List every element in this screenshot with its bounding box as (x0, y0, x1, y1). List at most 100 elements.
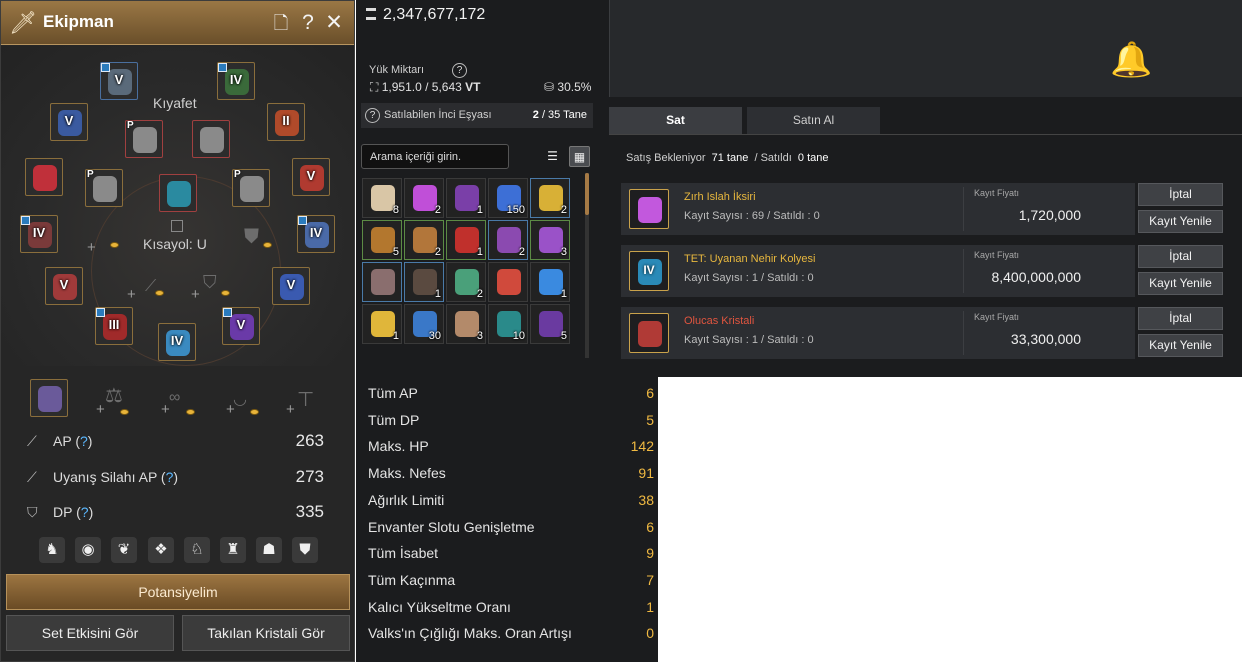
empty-slot-plus[interactable]: + (191, 286, 200, 303)
lips-slot-icon[interactable]: ◡ (233, 389, 247, 409)
inventory-slot[interactable]: 150 (488, 178, 528, 218)
listing-row[interactable]: IV TET: Uyanan Nehir Kolyesi Kayıt Sayısı … (621, 245, 1135, 297)
equipment-slot[interactable]: IV (297, 215, 335, 253)
book-slot[interactable] (30, 379, 68, 417)
horse-icon[interactable]: ♞ (39, 537, 65, 563)
inventory-slot[interactable]: 30 (404, 304, 444, 344)
equipment-slot[interactable]: V (272, 267, 310, 305)
renew-listing-button[interactable]: Kayıt Yenile (1138, 210, 1223, 233)
equipped-item-icon (33, 165, 57, 191)
inventory-slot[interactable]: 2 (404, 178, 444, 218)
inventory-slot[interactable]: 5 (530, 304, 570, 344)
set-effect-button[interactable]: Set Etkisini Gör (6, 615, 174, 651)
inventory-slot[interactable]: 5 (362, 220, 402, 260)
cancel-listing-button[interactable]: İptal (1138, 245, 1223, 268)
tab-sell[interactable]: Sat (609, 107, 742, 134)
potential-button[interactable]: Potansiyelim (6, 574, 350, 610)
inventory-slot[interactable]: 10 (488, 304, 528, 344)
inventory-slot[interactable]: 1 (446, 178, 486, 218)
inventory-slot[interactable]: 3 (446, 304, 486, 344)
equipment-slot[interactable]: V (292, 158, 330, 196)
stat-help-link[interactable]: ? (81, 504, 89, 520)
backpack-slot-icon[interactable]: ⛉ (203, 272, 217, 293)
equipment-slot[interactable]: IV (20, 215, 58, 253)
bonus-stat-value: 5 (646, 411, 654, 428)
inventory-slot[interactable]: 1 (530, 262, 570, 302)
tab-buy[interactable]: Satın Al (747, 107, 880, 134)
equipment-title-bar[interactable]: 🗡 Ekipman 🗋 ? ✕ (1, 1, 354, 45)
listing-row[interactable]: Zırh Islah İksiri Kayıt Sayısı : 69 / Sat… (621, 183, 1135, 235)
mask-icon[interactable]: ◉ (75, 537, 101, 563)
camel-icon[interactable]: ♜ (220, 537, 246, 563)
inventory-slot[interactable]: 8 (362, 178, 402, 218)
close-button[interactable]: ✕ (322, 10, 346, 36)
empty-slot-plus[interactable]: + (127, 286, 136, 303)
grid-view-icon[interactable]: ▦ (569, 146, 590, 167)
scrollbar-thumb[interactable] (585, 173, 589, 215)
stat-help-link[interactable]: ? (80, 433, 88, 449)
inventory-slot[interactable]: 1 (446, 220, 486, 260)
equipment-slot[interactable]: II (267, 103, 305, 141)
view-crystals-button[interactable]: Takılan Kristali Gör (182, 615, 350, 651)
weight-help-icon[interactable]: ? (452, 63, 467, 78)
inventory-slot[interactable] (488, 262, 528, 302)
equipment-slot[interactable]: V (100, 62, 138, 100)
stat-help-link[interactable]: ? (166, 469, 174, 485)
equipment-slot[interactable]: V (222, 307, 260, 345)
shortcut-checkbox[interactable] (171, 220, 183, 232)
inventory-slot[interactable]: 1 (404, 262, 444, 302)
equipment-slot[interactable] (159, 174, 197, 212)
weight-value: ⛶ 1,951.0 / 5,643 VT (370, 80, 481, 95)
renew-listing-button[interactable]: Kayıt Yenile (1138, 334, 1223, 357)
renew-listing-button[interactable]: Kayıt Yenile (1138, 272, 1223, 295)
equipment-slot[interactable]: III (95, 307, 133, 345)
empty-slot-plus[interactable]: + (286, 401, 295, 418)
inventory-slot[interactable]: 2 (446, 262, 486, 302)
inventory-slot[interactable]: 2 (404, 220, 444, 260)
slot-enhance-level: V (114, 72, 124, 87)
weight-percent: ⛁ 30.5% (544, 80, 591, 94)
cancel-listing-button[interactable]: İptal (1138, 183, 1223, 206)
slot-enhance-level: IV (170, 333, 184, 348)
equipment-slot[interactable]: V (45, 267, 83, 305)
equipment-slot[interactable] (192, 120, 230, 158)
inventory-slot[interactable]: 3 (530, 220, 570, 260)
bell-notification-icon[interactable]: 🔔 (1110, 40, 1180, 80)
glasses-slot-icon[interactable]: ∞ (169, 389, 180, 407)
paw-icon[interactable]: ❖ (148, 537, 174, 563)
fox-icon[interactable]: ❦ (111, 537, 137, 563)
pearl-help-icon[interactable]: ? (365, 108, 380, 123)
help-button[interactable]: ? (296, 10, 320, 36)
pickaxe-slot-icon[interactable]: ⊤ (297, 387, 314, 412)
equipment-slot[interactable]: IV (217, 62, 255, 100)
inventory-slot[interactable]: 2 (530, 178, 570, 218)
inventory-search-input[interactable]: Arama içeriği girin. (361, 144, 509, 169)
inventory-scrollbar[interactable] (585, 173, 589, 358)
shield-tab-icon[interactable]: ⛊ (292, 537, 318, 563)
empty-slot-plus[interactable]: + (87, 239, 96, 256)
list-view-icon[interactable]: ☰ (542, 146, 563, 167)
silver-amount: 2,347,677,172 (366, 6, 485, 24)
donkey-icon[interactable]: ♘ (184, 537, 210, 563)
equipment-slot[interactable]: P (85, 169, 123, 207)
inventory-slot[interactable]: 2 (488, 220, 528, 260)
bonus-stat-label: Kalıcı Yükseltme Oranı (368, 598, 511, 615)
inventory-slot[interactable]: 1 (362, 304, 402, 344)
shield-slot-icon[interactable]: ⛊ (244, 226, 259, 249)
cancel-listing-button[interactable]: İptal (1138, 307, 1223, 330)
empty-slot-plus[interactable]: + (96, 401, 105, 418)
scale-slot-icon[interactable]: ⚖ (105, 383, 123, 408)
equipment-slot[interactable]: IV (158, 323, 196, 361)
sword-icon: ⟋ (27, 433, 37, 449)
listing-item-image (638, 321, 662, 347)
equipment-slot[interactable] (25, 158, 63, 196)
equipment-slot[interactable]: V (50, 103, 88, 141)
equipment-slot[interactable]: P (125, 120, 163, 158)
stat-dp: ⛉ DP (?) 335 (27, 502, 324, 521)
listing-row[interactable]: Olucas Kristali Kayıt Sayısı : 1 / Satıld… (621, 307, 1135, 359)
inventory-slot[interactable] (362, 262, 402, 302)
equipment-slot[interactable]: P (232, 169, 270, 207)
document-icon[interactable]: 🗋 (269, 10, 293, 36)
pearl-count: 2 / 35 Tane (533, 109, 587, 121)
companion-icon[interactable]: ☗ (256, 537, 282, 563)
